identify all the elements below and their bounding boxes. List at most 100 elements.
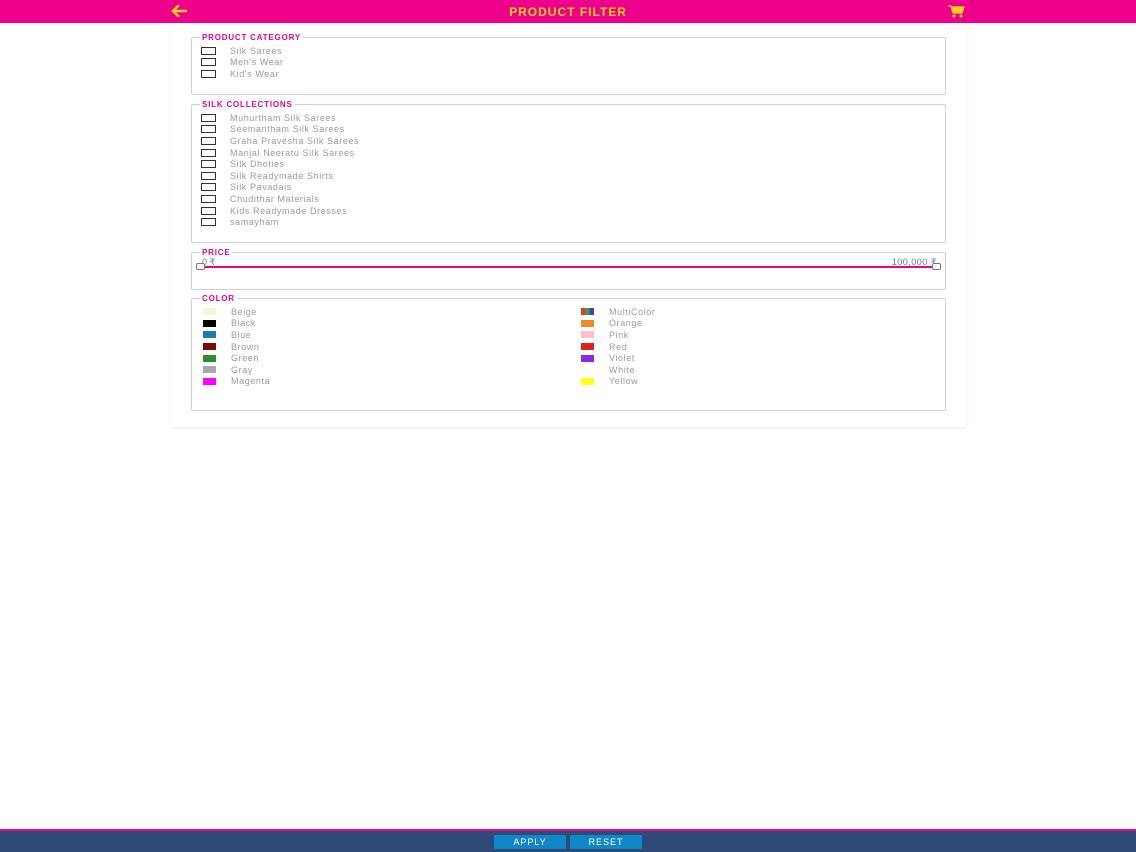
color-label: Violet: [609, 353, 635, 364]
checkbox-item-kids-readymade-dresses[interactable]: Kids Readymade Dresses: [201, 205, 945, 217]
filter-panel: PRODUCT CATEGORY Silk Sarees Men's Wear Ki…: [171, 23, 966, 427]
color-label: Black: [231, 318, 257, 329]
price-section: PRICE 0 ₹ 100,000 ₹: [191, 248, 946, 290]
color-label: Pink: [609, 329, 629, 340]
checkbox-item-chudithar-materials[interactable]: Chudithar Materials: [201, 193, 945, 205]
price-min-handle[interactable]: [196, 263, 205, 270]
checkbox-label: Chudithar Materials: [230, 193, 320, 204]
checkbox-label: Muhurtham Silk Sarees: [230, 112, 337, 123]
color-swatch[interactable]: [581, 319, 594, 327]
checkbox-label: Kids Readymade Dresses: [230, 205, 348, 216]
color-swatch[interactable]: [581, 366, 594, 374]
checkbox-item-men-s-wear[interactable]: Men's Wear: [201, 57, 945, 69]
color-option-yellow[interactable]: Yellow: [581, 376, 656, 388]
checkbox-item-seemantham-silk-sarees[interactable]: Seemantham Silk Sarees: [201, 124, 945, 136]
apply-button[interactable]: APPLY: [494, 834, 566, 849]
color-swatch[interactable]: [203, 319, 216, 327]
color-label: Orange: [609, 318, 643, 329]
checkbox-item-samayham[interactable]: samayham: [201, 216, 945, 228]
color-label: Red: [609, 341, 628, 352]
checkbox[interactable]: [201, 206, 216, 215]
color-swatch[interactable]: [203, 308, 216, 316]
page-title: PRODUCT FILTER: [509, 4, 627, 19]
color-option-black[interactable]: Black: [203, 318, 270, 330]
color-option-gray[interactable]: Gray: [203, 364, 270, 376]
color-option-pink[interactable]: Pink: [581, 329, 656, 341]
color-option-magenta[interactable]: Magenta: [203, 376, 270, 388]
product-category-list: Silk Sarees Men's Wear Kid's Wear: [192, 42, 945, 80]
checkbox[interactable]: [201, 171, 216, 180]
checkbox[interactable]: [201, 183, 216, 192]
reset-button[interactable]: RESET: [570, 834, 642, 849]
color-label: White: [609, 364, 636, 375]
color-swatch[interactable]: [203, 331, 216, 339]
silk-collections-section: SILK COLLECTIONS Muhurtham Silk Sarees Se…: [191, 100, 946, 243]
checkbox-label: Graha Pravesha Silk Sarees: [230, 135, 360, 146]
color-label: Green: [231, 353, 260, 364]
price-legend: PRICE: [202, 248, 231, 257]
color-swatch[interactable]: [581, 354, 594, 362]
checkbox-label: Kid's Wear: [230, 68, 280, 79]
checkbox-item-manjal-neeratu-silk-sarees[interactable]: Manjal Neeratu Silk Sarees: [201, 147, 945, 159]
color-option-beige[interactable]: Beige: [203, 306, 270, 318]
color-label: Beige: [231, 306, 258, 317]
checkbox-item-silk-readymade-shirts[interactable]: Silk Readymade Shirts: [201, 170, 945, 182]
checkbox-item-silk-pavadais[interactable]: Silk Pavadais: [201, 182, 945, 194]
checkbox-label: Silk Pavadais: [230, 182, 292, 193]
price-slider[interactable]: 0 ₹ 100,000 ₹: [192, 257, 945, 279]
color-grid: Beige Black Blue Brown Green Gray Magenta Mult…: [192, 303, 945, 403]
checkbox-label: samayham: [230, 217, 279, 228]
color-option-white[interactable]: White: [581, 364, 656, 376]
checkbox[interactable]: [201, 194, 216, 203]
color-legend: COLOR: [202, 294, 235, 303]
color-option-multicolor[interactable]: MultiColor: [581, 306, 656, 318]
top-bar: PRODUCT FILTER: [0, 0, 1136, 23]
color-list-left: Beige Black Blue Brown Green Gray Magenta: [203, 306, 270, 387]
checkbox[interactable]: [201, 218, 216, 227]
color-option-violet[interactable]: Violet: [581, 352, 656, 364]
checkbox[interactable]: [201, 46, 216, 55]
color-option-brown[interactable]: Brown: [203, 341, 270, 353]
color-label: Yellow: [609, 376, 639, 387]
color-swatch[interactable]: [203, 343, 216, 351]
color-swatch[interactable]: [581, 377, 594, 385]
color-swatch[interactable]: [581, 331, 594, 339]
checkbox[interactable]: [201, 58, 216, 67]
price-max-handle[interactable]: [932, 263, 941, 270]
checkbox-item-silk-sarees[interactable]: Silk Sarees: [201, 45, 945, 57]
checkbox[interactable]: [201, 125, 216, 134]
back-button[interactable]: [171, 4, 187, 18]
checkbox[interactable]: [201, 148, 216, 157]
product-category-section: PRODUCT CATEGORY Silk Sarees Men's Wear Ki…: [191, 33, 946, 95]
price-slider-track[interactable]: [200, 266, 937, 268]
cart-button[interactable]: [948, 4, 966, 18]
checkbox-label: Seemantham Silk Sarees: [230, 124, 345, 135]
checkbox-label: Manjal Neeratu Silk Sarees: [230, 147, 355, 158]
color-option-red[interactable]: Red: [581, 341, 656, 353]
color-label: Blue: [231, 329, 252, 340]
color-swatch[interactable]: [203, 377, 216, 385]
checkbox[interactable]: [201, 160, 216, 169]
checkbox-item-silk-dhoties[interactable]: Silk Dhoties: [201, 158, 945, 170]
color-list-right: MultiColor Orange Pink Red Violet White Yellow: [581, 306, 656, 387]
color-option-green[interactable]: Green: [203, 352, 270, 364]
checkbox-label: Men's Wear: [230, 57, 284, 68]
color-label: Magenta: [231, 376, 271, 387]
color-swatch[interactable]: [203, 354, 216, 362]
checkbox[interactable]: [201, 113, 216, 122]
color-swatch[interactable]: [581, 343, 594, 351]
color-option-orange[interactable]: Orange: [581, 318, 656, 330]
checkbox-item-kid-s-wear[interactable]: Kid's Wear: [201, 68, 945, 80]
color-label: Brown: [231, 341, 260, 352]
checkbox-item-muhurtham-silk-sarees[interactable]: Muhurtham Silk Sarees: [201, 112, 945, 124]
shopping-cart-icon: [948, 4, 965, 17]
checkbox-item-graha-pravesha-silk-sarees[interactable]: Graha Pravesha Silk Sarees: [201, 135, 945, 147]
color-option-blue[interactable]: Blue: [203, 329, 270, 341]
bottom-bar: APPLY RESET: [0, 829, 1136, 852]
color-swatch[interactable]: [581, 308, 594, 316]
checkbox[interactable]: [201, 69, 216, 78]
color-section: COLOR Beige Black Blue Brown Green Gray Magent…: [191, 294, 946, 411]
arrow-left-icon: [171, 5, 187, 17]
checkbox[interactable]: [201, 136, 216, 145]
color-swatch[interactable]: [203, 366, 216, 374]
